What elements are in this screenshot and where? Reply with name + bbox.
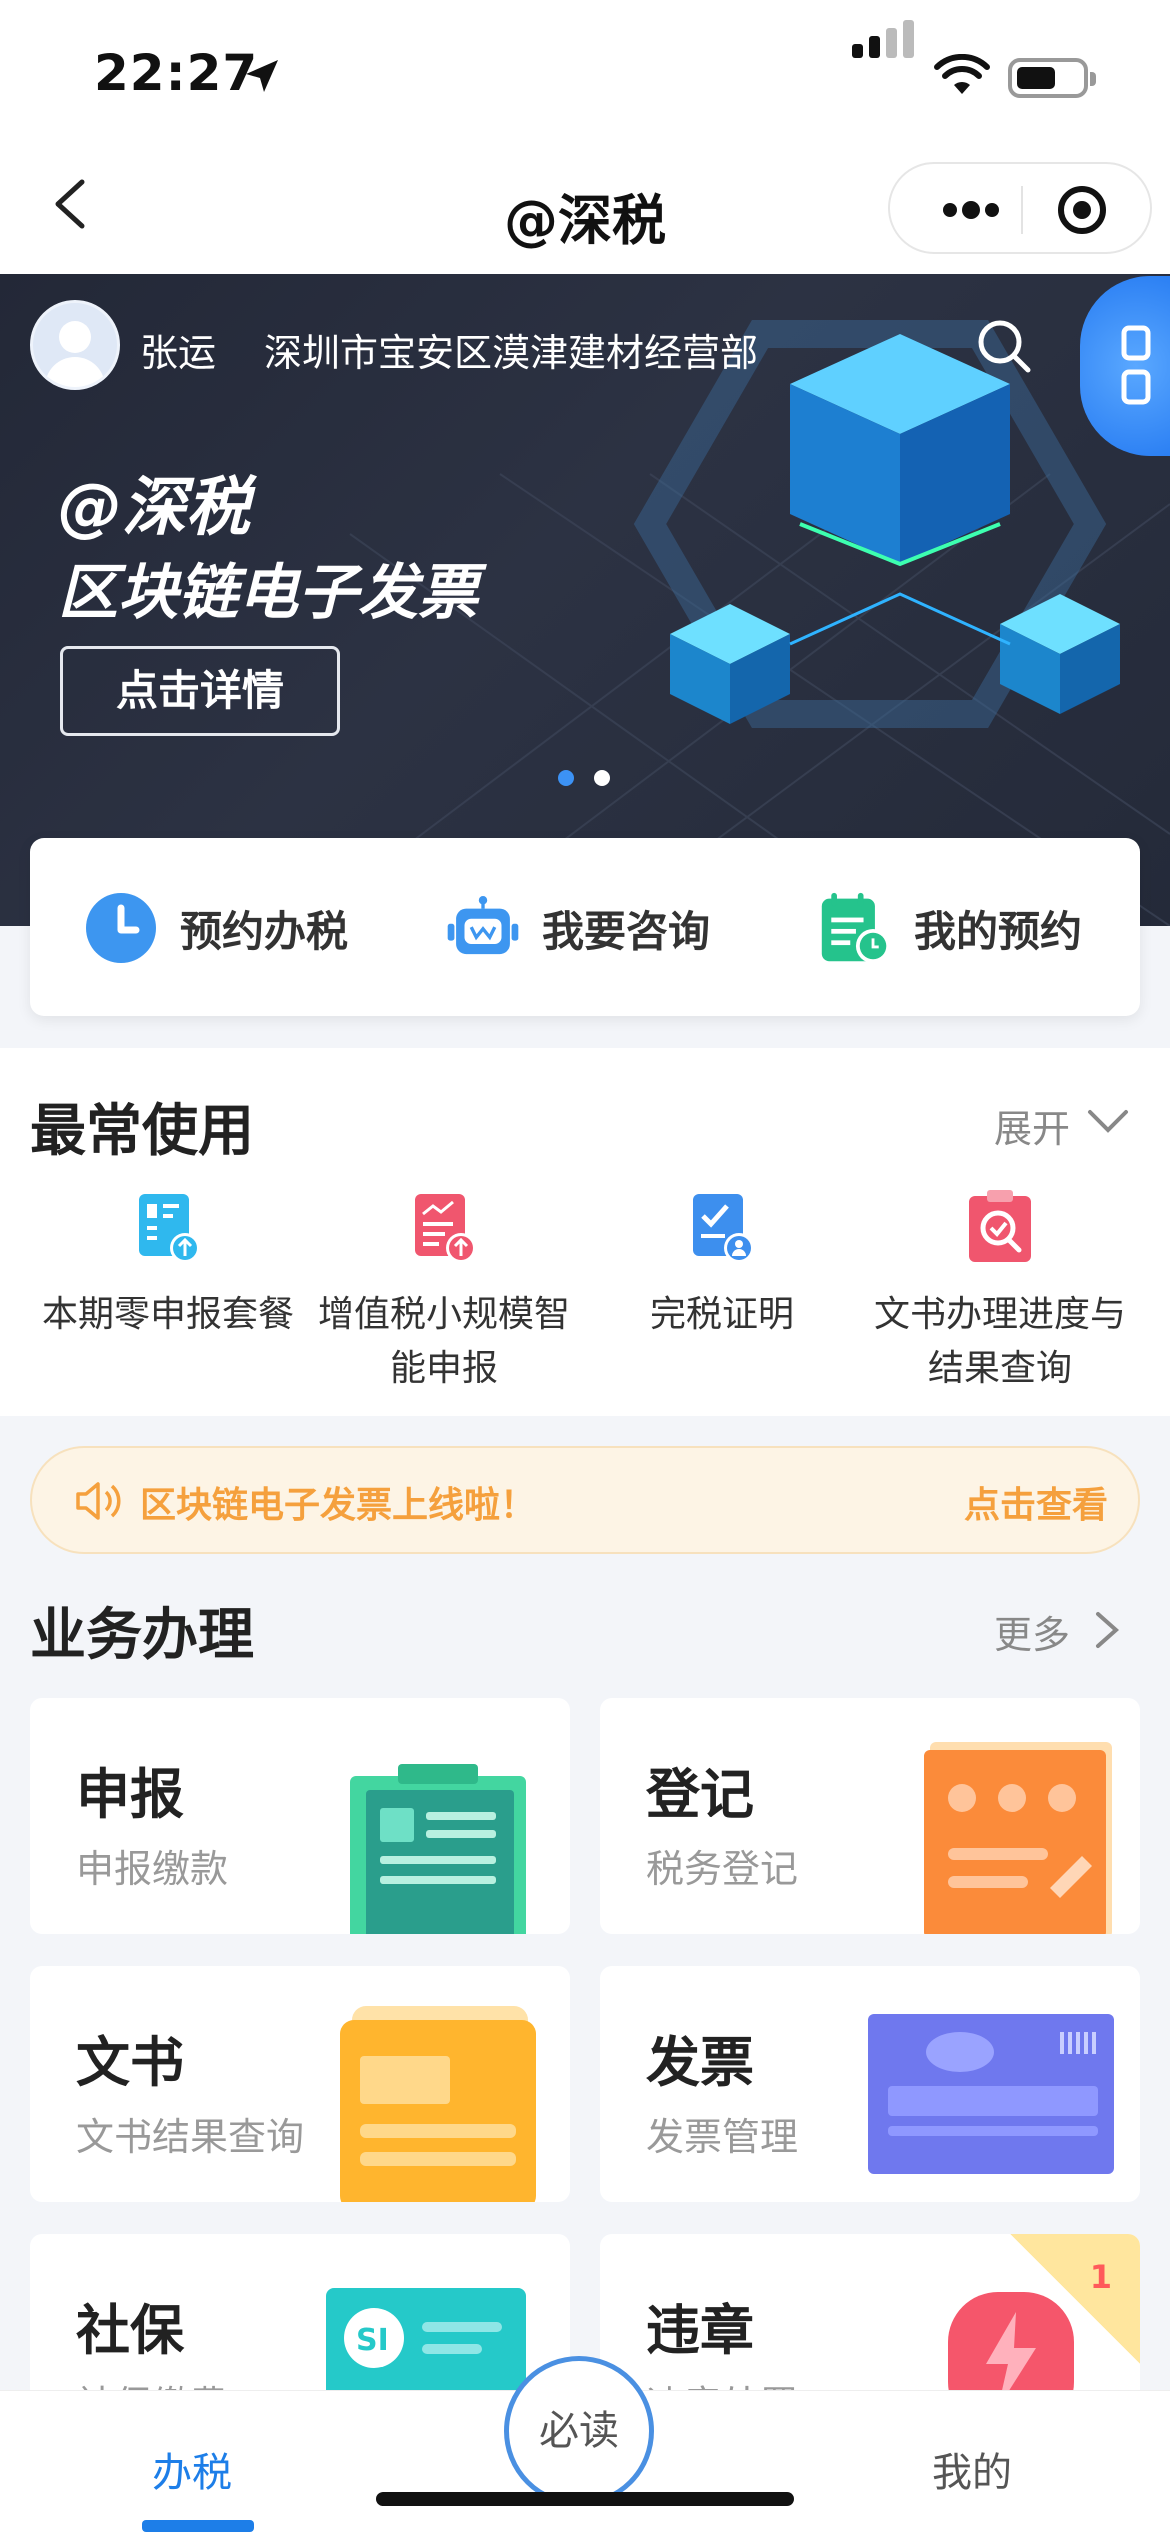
quick-action-consult[interactable]: 我要咨询 [446, 888, 710, 968]
avatar[interactable] [30, 300, 120, 390]
svg-text:SI: SI [356, 2323, 389, 2358]
home-indicator [376, 2492, 794, 2506]
business-card-invoice[interactable]: 发票 发票管理 [600, 1966, 1140, 2202]
card-title: 违章 [646, 2299, 754, 2362]
frequent-item-label: 文书办理进度与结果查询 [873, 1294, 1126, 1389]
invoice-illustration-icon [868, 2014, 1114, 2174]
card-subtitle: 发票管理 [646, 2115, 799, 2159]
speaker-icon [76, 1482, 121, 1520]
robot-icon [447, 896, 519, 955]
section-title-business: 业务办理 [30, 1603, 254, 1668]
business-card-social-security[interactable]: 社保 社保缴费 SI [30, 2234, 570, 2414]
card-title: 文书 [76, 2031, 184, 2094]
banner-headline: @深税 [58, 471, 250, 545]
tab-mine[interactable]: 我的 [932, 2440, 1012, 2498]
frequent-item-label: 本期零申报套餐 [41, 1294, 294, 1335]
zero-declare-icon [139, 1194, 200, 1263]
section-title-frequent: 最常使用 [30, 1099, 254, 1164]
quick-action-my-appointment[interactable]: 我的预约 [818, 888, 1082, 968]
tax-certificate-icon [693, 1194, 754, 1263]
announcement-text: 区块链电子发票上线啦！ [140, 1485, 537, 1526]
miniapp-capsule [888, 162, 1152, 254]
frequent-item-tax-certificate[interactable]: 完税证明 [582, 1190, 862, 1342]
carousel-dot [558, 770, 574, 786]
quick-action-label: 我要咨询 [542, 906, 711, 956]
frequent-item-vat-declare[interactable]: 增值税小规模智能申报 [304, 1190, 584, 1396]
tab-tax[interactable]: 办税 [152, 2440, 232, 2498]
capsule-divider [1021, 186, 1023, 234]
frequent-item-label: 完税证明 [649, 1294, 794, 1335]
more-link[interactable]: 更多 [994, 1604, 1070, 1659]
announcement-bar[interactable]: 区块链电子发票上线啦！ 点击查看 [30, 1446, 1140, 1554]
card-title: 登记 [646, 1763, 754, 1826]
banner-detail-button[interactable]: 点击详情 [60, 646, 340, 736]
declare-illustration-icon [350, 1764, 526, 1934]
frequent-item-label: 增值税小规模智能申报 [317, 1294, 570, 1389]
carousel-dot [594, 770, 610, 786]
quick-action-appointment[interactable]: 预约办税 [84, 888, 348, 968]
quick-action-label: 我的预约 [914, 906, 1083, 956]
vat-declare-icon [415, 1194, 476, 1263]
wifi-icon [934, 54, 990, 94]
location-arrow-icon [246, 60, 278, 92]
search-icon[interactable] [974, 316, 1034, 376]
chevron-right-icon[interactable] [1092, 1608, 1122, 1652]
user-name: 张运 [140, 331, 217, 375]
status-time: 22:27 [94, 44, 259, 102]
register-illustration-icon [924, 1742, 1112, 1934]
frequent-item-zero-declare[interactable]: 本期零申报套餐 [28, 1190, 308, 1342]
chevron-down-icon[interactable] [1086, 1106, 1130, 1136]
card-title: 发票 [646, 2031, 754, 2094]
more-dots-icon[interactable] [926, 192, 1016, 228]
tab-must-read[interactable]: 必读 [504, 2356, 654, 2506]
quick-actions-card: 预约办税 我要咨询 我的预约 [30, 838, 1140, 1016]
battery-icon [1008, 58, 1096, 98]
notification-count: 1 [1089, 2258, 1112, 2296]
business-card-declare[interactable]: 申报 申报缴款 [30, 1698, 570, 1934]
announcement-link[interactable]: 点击查看 [964, 1476, 1108, 1528]
calendar-icon [821, 892, 891, 964]
close-target-icon[interactable] [1056, 184, 1108, 236]
grid-icon [1121, 325, 1151, 405]
card-subtitle: 税务登记 [646, 1847, 799, 1891]
clock-icon [86, 893, 156, 963]
card-subtitle: 文书结果查询 [76, 2115, 305, 2159]
tab-active-indicator [142, 2520, 254, 2532]
card-subtitle: 申报缴款 [76, 1847, 229, 1891]
quick-action-label: 预约办税 [180, 906, 349, 956]
business-card-violation[interactable]: 违章 违章处罚 1 [600, 2234, 1140, 2414]
expand-button[interactable]: 展开 [994, 1098, 1070, 1153]
business-card-documents[interactable]: 文书 文书结果查询 [30, 1966, 570, 2202]
document-query-icon [969, 1190, 1031, 1262]
frequent-item-document-query[interactable]: 文书办理进度与结果查询 [860, 1190, 1140, 1396]
company-name[interactable]: 深圳市宝安区漠津建材经营部 [264, 322, 758, 377]
card-title: 申报 [76, 1763, 184, 1826]
documents-illustration-icon [340, 2006, 536, 2202]
card-title: 社保 [76, 2299, 184, 2362]
banner-subheadline: 区块链电子发票 [58, 558, 478, 628]
business-card-register[interactable]: 登记 税务登记 [600, 1698, 1140, 1934]
